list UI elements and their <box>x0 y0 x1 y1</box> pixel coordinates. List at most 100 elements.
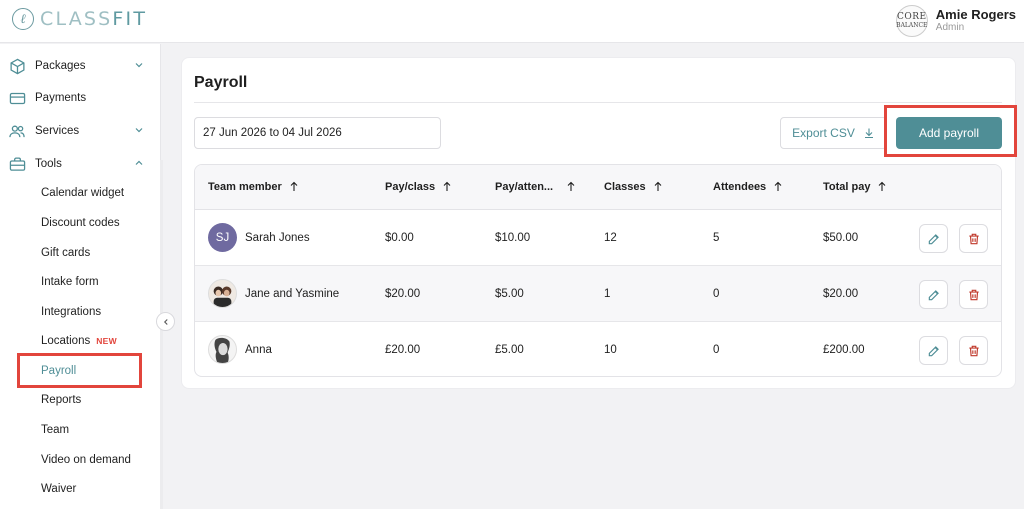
attendees-cell: 5 <box>713 232 720 244</box>
column-header-attendees[interactable]: Attendees <box>713 180 784 193</box>
total-pay-cell: £200.00 <box>823 344 865 356</box>
date-range-picker[interactable]: 27 Jun 2026 to 04 Jul 2026 <box>194 117 441 149</box>
team-member-cell: Anna <box>208 335 272 364</box>
collapse-sidebar-button[interactable] <box>156 312 175 331</box>
sidebar-subitem-label: Locations <box>41 335 91 347</box>
sidebar-subitem-video-on-demand[interactable]: Video on demand <box>41 454 131 466</box>
box-icon <box>8 57 26 75</box>
pay-attendee-cell: £5.00 <box>495 344 524 356</box>
classes-cell: 12 <box>604 232 617 244</box>
total-pay-cell: $50.00 <box>823 232 859 244</box>
column-header-label: Pay/class <box>385 180 436 193</box>
sidebar-subitem-integrations[interactable]: Integrations <box>41 306 101 318</box>
trash-icon <box>968 289 979 300</box>
sort-arrow-icon <box>879 181 886 191</box>
classfit-logo[interactable]: ℓ CLASSFIT <box>12 8 147 30</box>
edit-button[interactable] <box>919 280 948 309</box>
trash-icon <box>968 233 979 244</box>
sidebar-subitem-gift-cards[interactable]: Gift cards <box>41 247 90 259</box>
sidebar-subitem-intake-form[interactable]: Intake form <box>41 276 99 288</box>
user-info: Amie Rogers Admin <box>936 5 1016 33</box>
sidebar-subitem-discount-codes[interactable]: Discount codes <box>41 217 120 229</box>
pay-class-cell: $20.00 <box>385 288 421 300</box>
download-icon <box>864 128 873 139</box>
classes-cell: 10 <box>604 344 617 356</box>
chevron-down-icon[interactable] <box>133 124 145 139</box>
sidebar-item-label: Packages <box>35 60 86 72</box>
sidebar-item-packages[interactable]: Packages <box>0 52 161 80</box>
delete-button[interactable] <box>959 224 988 253</box>
user-role: Admin <box>935 22 965 33</box>
sidebar-subitem-waiver[interactable]: Waiver <box>41 483 76 495</box>
team-member-cell: SJ Sarah Jones <box>208 223 310 252</box>
add-payroll-highlight-box <box>884 105 1017 157</box>
logo-mark-icon: ℓ <box>12 8 34 30</box>
pay-attendee-cell: $5.00 <box>495 288 524 300</box>
payroll-table: Team member Pay/class Pay/atten... Class… <box>194 164 1002 377</box>
avatar[interactable]: CORE BALANCE <box>895 5 928 37</box>
pencil-icon <box>928 289 939 300</box>
column-header-total-pay[interactable]: Total pay <box>823 180 888 193</box>
total-pay-cell: $20.00 <box>823 288 859 300</box>
avatar <box>208 279 237 308</box>
sort-arrow-icon <box>443 181 451 191</box>
sidebar-item-tools[interactable]: Tools <box>0 150 161 178</box>
pencil-icon <box>928 233 939 244</box>
column-header-label: Pay/atten... <box>495 180 554 193</box>
logo-text: CLASSFIT <box>40 8 147 30</box>
sidebar-subitem-calendar-widget[interactable]: Calendar widget <box>41 187 124 199</box>
top-bar: ℓ CLASSFIT CORE BALANCE Amie Rogers Admi… <box>0 0 1024 43</box>
sidebar-subitem-team[interactable]: Team <box>41 424 69 436</box>
users-icon <box>8 122 26 140</box>
chevron-up-icon[interactable] <box>133 157 145 172</box>
user-name: Amie Rogers <box>935 7 1016 22</box>
page-title: Payroll <box>194 74 248 91</box>
pay-attendee-cell: $10.00 <box>495 232 531 244</box>
payroll-highlight-box <box>17 353 142 388</box>
avatar-line-2: BALANCE <box>896 21 928 29</box>
chevron-down-icon[interactable] <box>133 59 145 74</box>
chevron-left-icon <box>163 318 168 325</box>
avatar: SJ <box>208 223 237 252</box>
table-row: Jane and Yasmine $20.00 $5.00 1 0 $20.00 <box>195 266 1001 322</box>
team-member-name: Anna <box>245 343 272 356</box>
sidebar-item-label: Payments <box>35 92 87 104</box>
column-header-pay-class[interactable]: Pay/class <box>385 180 453 193</box>
sort-arrow-icon <box>654 181 661 191</box>
column-header-label: Team member <box>208 180 282 193</box>
team-member-name: Jane and Yasmine <box>245 287 340 300</box>
user-menu[interactable]: CORE BALANCE Amie Rogers Admin <box>895 5 1016 37</box>
edit-button[interactable] <box>919 336 948 365</box>
new-badge: NEW <box>96 336 117 346</box>
sidebar-item-services[interactable]: Services <box>0 117 161 145</box>
pay-class-cell: $0.00 <box>385 232 414 244</box>
delete-button[interactable] <box>959 280 988 309</box>
column-header-label: Attendees <box>713 180 767 193</box>
table-row: Anna £20.00 £5.00 10 0 £200.00 <box>195 322 1001 376</box>
sidebar-subitem-reports[interactable]: Reports <box>41 394 81 406</box>
trash-icon <box>968 345 979 356</box>
profile-photo-icon <box>209 336 236 363</box>
classes-cell: 1 <box>604 288 611 300</box>
edit-button[interactable] <box>919 224 948 253</box>
export-csv-button[interactable]: Export CSV <box>780 117 887 149</box>
sidebar-item-label: Tools <box>35 158 62 170</box>
column-header-pay-attendee[interactable]: Pay/atten... <box>495 180 577 193</box>
profile-photo-icon <box>209 280 236 307</box>
column-header-label: Total pay <box>823 180 871 193</box>
avatar <box>208 335 237 364</box>
table-row: SJ Sarah Jones $0.00 $10.00 12 5 $50.00 <box>195 210 1001 266</box>
export-csv-label: Export CSV <box>792 126 855 140</box>
column-header-team-member[interactable]: Team member <box>208 180 300 193</box>
pay-class-cell: £20.00 <box>385 344 421 356</box>
pencil-icon <box>928 345 939 356</box>
column-header-classes[interactable]: Classes <box>604 180 664 193</box>
logo-text-class: CLASS <box>40 8 113 30</box>
attendees-cell: 0 <box>713 288 720 300</box>
sidebar-subitem-locations[interactable]: Locations NEW <box>41 335 117 347</box>
sidebar-item-payments[interactable]: Payments <box>0 84 161 112</box>
sidebar-scrollbar[interactable] <box>160 160 163 509</box>
sort-arrow-icon <box>774 181 782 191</box>
briefcase-icon <box>8 155 26 173</box>
delete-button[interactable] <box>959 336 988 365</box>
